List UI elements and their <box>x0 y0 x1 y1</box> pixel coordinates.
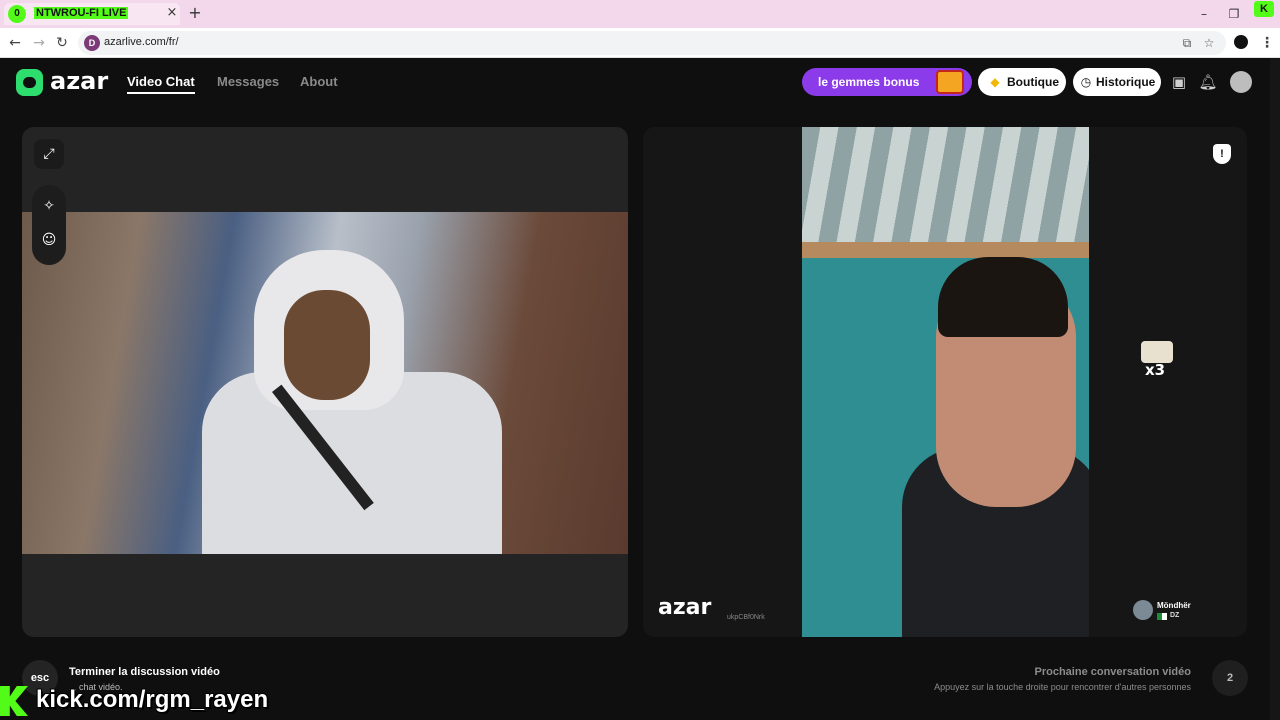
user-avatar[interactable] <box>1230 71 1252 93</box>
browser-tab[interactable]: 0 NTWROU-FI LIVE × <box>4 3 180 25</box>
remote-person-hair <box>938 257 1068 337</box>
azar-logo-text[interactable]: azar <box>50 67 108 95</box>
kick-extension-icon[interactable]: K <box>1254 1 1274 17</box>
gift-multiplier: x3 <box>1145 361 1166 379</box>
self-person-face <box>284 290 370 400</box>
watermark-id: ukpCBf0Nrk <box>727 614 765 621</box>
next-chat-hint: Appuyez sur la touche droite pour rencon… <box>934 682 1191 692</box>
gift-box <box>1141 341 1173 363</box>
next-chat-title[interactable]: Prochaine conversation vidéo <box>1035 666 1192 678</box>
page-scrollbar[interactable] <box>1270 58 1280 720</box>
minimize-button[interactable]: – <box>1196 6 1212 22</box>
algeria-flag-icon <box>1157 613 1167 620</box>
nav-about[interactable]: About <box>300 74 338 89</box>
expand-icon[interactable]: ⤢ <box>34 139 64 169</box>
azar-logo-icon[interactable] <box>16 69 43 96</box>
self-camera-feed <box>22 212 628 554</box>
back-button[interactable]: ← <box>6 34 24 52</box>
restore-button[interactable]: ❐ <box>1226 6 1242 22</box>
kick-channel-handle: kick.com/rgm_rayen <box>36 686 269 713</box>
azar-app: azar Video Chat Messages About le gemmes… <box>0 58 1270 720</box>
reload-button[interactable]: ↻ <box>53 34 71 52</box>
remote-wall-beam <box>802 242 1089 258</box>
new-tab-button[interactable]: + <box>187 5 203 21</box>
nav-active-underline <box>127 92 195 94</box>
bell-icon[interactable]: 🔔︎ <box>1198 72 1218 92</box>
profile-icon[interactable] <box>1234 35 1248 49</box>
nav-video-chat[interactable]: Video Chat <box>127 74 195 89</box>
treasure-chest-icon <box>936 70 964 94</box>
address-bar[interactable]: D azarlive.com/fr/ ⧉ ☆ <box>78 31 1226 55</box>
clock-icon: ◷ <box>1080 75 1092 89</box>
end-chat-title[interactable]: Terminer la discussion vidéo <box>69 666 220 678</box>
forward-button[interactable]: → <box>30 34 48 52</box>
gift-chest-icon[interactable]: x3 <box>1139 337 1175 381</box>
bookmark-star-icon[interactable]: ☆ <box>1202 36 1216 50</box>
diamond-icon: ◆ <box>990 75 1000 89</box>
azar-watermark: azar <box>658 595 712 620</box>
remote-video-panel: azar ukpCBf0Nrk ! x3 Möndhër DZ … <box>643 127 1247 637</box>
boutique-label: Boutique <box>1007 75 1059 89</box>
remote-camera-feed <box>802 127 1089 637</box>
face-filter-icon[interactable]: ☺ <box>34 225 64 255</box>
tab-close-icon[interactable]: × <box>165 6 179 20</box>
inbox-icon[interactable]: ▣ <box>1169 72 1189 92</box>
boutique-button[interactable]: ◆ Boutique <box>978 68 1066 96</box>
remote-user-name[interactable]: Möndhër <box>1157 601 1191 610</box>
remote-user-country: DZ <box>1170 612 1180 619</box>
next-key-button[interactable]: 2 <box>1212 660 1248 696</box>
remote-user-avatar[interactable] <box>1133 600 1153 620</box>
url-text[interactable]: azarlive.com/fr/ <box>104 36 179 48</box>
gems-bonus-button[interactable]: le gemmes bonus <box>802 68 972 96</box>
tab-title: NTWROU-FI LIVE <box>34 7 129 19</box>
effects-toolbar: ✧ ☺ <box>32 185 66 265</box>
magic-wand-icon[interactable]: ✧ <box>34 191 64 221</box>
remote-ceiling <box>802 127 1089 257</box>
self-video-panel: ⤢ ✧ ☺ <box>22 127 628 637</box>
nav-messages[interactable]: Messages <box>217 74 279 89</box>
install-app-icon[interactable]: ⧉ <box>1180 36 1194 50</box>
browser-tab-bar: 0 NTWROU-FI LIVE × + – ❐ K <box>0 0 1280 28</box>
site-info-icon[interactable]: D <box>84 35 100 51</box>
gems-bonus-label: le gemmes bonus <box>818 75 920 89</box>
historique-label: Historique <box>1096 75 1156 89</box>
report-shield-icon[interactable]: ! <box>1213 144 1231 164</box>
live-count-badge: 0 <box>8 5 26 23</box>
browser-menu-icon[interactable]: ⋮ <box>1260 34 1274 52</box>
historique-button[interactable]: ◷ Historique <box>1073 68 1161 96</box>
browser-toolbar: ← → ↻ D azarlive.com/fr/ ⧉ ☆ ⋮ <box>0 28 1280 58</box>
